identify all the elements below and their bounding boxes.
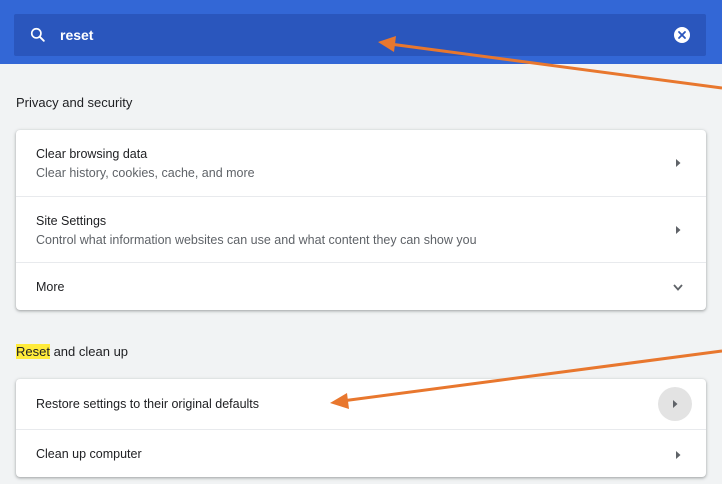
restore-settings-item[interactable]: Restore settings to their original defau… xyxy=(16,379,706,429)
close-icon[interactable] xyxy=(674,27,690,43)
item-title: Restore settings to their original defau… xyxy=(36,397,260,411)
item-title: Clear browsing data xyxy=(36,147,148,161)
section-title-privacy: Privacy and security xyxy=(16,95,133,110)
chevron-down-icon xyxy=(673,284,683,291)
item-title: Site Settings xyxy=(36,214,107,228)
privacy-card: Clear browsing data Clear history, cooki… xyxy=(16,130,706,310)
search-highlight: Reset xyxy=(16,344,50,359)
restore-settings-button[interactable] xyxy=(658,387,692,421)
search-bar[interactable] xyxy=(14,14,706,56)
chevron-right-icon xyxy=(673,400,678,408)
reset-card: Restore settings to their original defau… xyxy=(16,379,706,477)
clean-up-computer-item[interactable]: Clean up computer xyxy=(16,429,706,477)
item-subtitle: Control what information websites can us… xyxy=(36,233,477,247)
item-subtitle: Clear history, cookies, cache, and more xyxy=(36,166,255,180)
settings-header xyxy=(0,0,722,64)
more-item[interactable]: More xyxy=(16,262,706,310)
section-title-rest: and clean up xyxy=(49,344,129,359)
search-input[interactable] xyxy=(60,23,620,47)
chevron-right-icon xyxy=(676,451,681,459)
section-title-reset: Reset and clean up xyxy=(16,344,128,359)
chevron-right-icon xyxy=(676,159,681,167)
item-title: Clean up computer xyxy=(36,447,142,461)
search-icon[interactable] xyxy=(28,25,48,45)
item-title: More xyxy=(36,280,65,294)
site-settings-item[interactable]: Site Settings Control what information w… xyxy=(16,196,706,262)
chevron-right-icon xyxy=(676,226,681,234)
clear-browsing-data-item[interactable]: Clear browsing data Clear history, cooki… xyxy=(16,130,706,196)
